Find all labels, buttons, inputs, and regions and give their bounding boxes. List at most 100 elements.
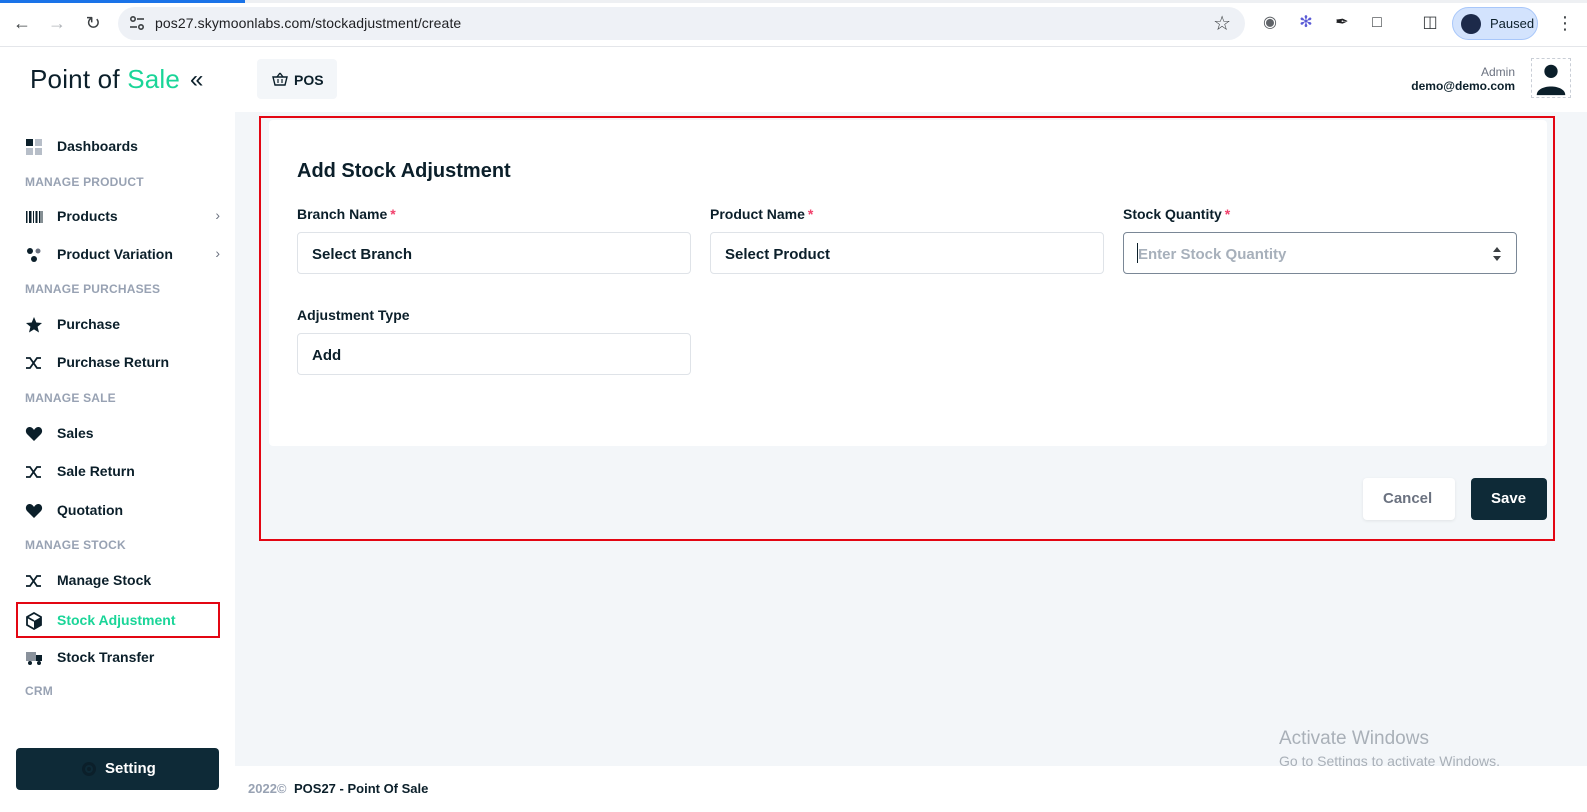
sidebar-item-label: Dashboards [57,138,138,154]
sidebar-item-label: Stock Transfer [57,649,155,665]
sidebar-item-label: Manage Stock [57,572,152,588]
shuffle-icon [26,466,41,478]
text-caret [1137,243,1138,263]
sidebar-item-stock-adjustment[interactable]: Stock Adjustment [16,602,220,638]
collapse-sidebar-icon[interactable]: « [190,66,203,94]
chevron-right-icon: › [215,207,220,223]
adjustment-type-label: Adjustment Type [297,307,410,323]
app-logo[interactable]: Point of Sale [30,64,180,95]
sidebar-item-stock-transfer[interactable]: Stock Transfer [16,639,220,675]
forward-icon[interactable]: → [46,12,68,34]
browser-toolbar: ← → ↻ pos27.skymoonlabs.com/stockadjustm… [0,0,1587,47]
chevron-right-icon: › [215,245,220,261]
variation-icon [27,248,41,262]
bookmark-star-icon[interactable]: ☆ [1213,11,1231,36]
footer-app-name[interactable]: POS27 - Point Of Sale [294,781,428,796]
profile-avatar [1461,14,1481,34]
required-marker: * [1224,206,1231,222]
user-avatar[interactable] [1531,58,1571,98]
barcode-icon [26,211,43,223]
sidebar-item-sale-return[interactable]: Sale Return [16,453,220,489]
truck-icon [26,652,42,665]
sidebar-item-label: Stock Adjustment [57,612,176,628]
dashboard-icon [26,139,42,155]
sidebar-item-products[interactable]: Products › [16,198,220,234]
user-email: demo@demo.com [1411,79,1515,93]
section-manage-purchases: MANAGE PURCHASES [25,282,161,296]
setting-button[interactable]: Setting [16,748,219,790]
reload-icon[interactable]: ↻ [82,12,104,34]
sidebar-item-sales[interactable]: Sales [16,415,220,451]
user-icon [1536,64,1566,96]
branch-select-value: Select Branch [312,246,413,263]
product-select-value: Select Product [725,246,831,263]
footer: 2022© POS27 - Point Of Sale [235,766,1587,812]
shuffle-icon [26,575,41,587]
sidebar-item-purchase[interactable]: Purchase [16,306,220,342]
branch-select[interactable]: Select Branch [297,232,691,274]
section-manage-product: MANAGE PRODUCT [25,175,144,189]
profile-paused-button[interactable]: Paused [1452,7,1538,40]
cancel-label: Cancel [1383,490,1433,507]
sidebar-item-label: Quotation [57,502,124,518]
sidebar-item-quotation[interactable]: Quotation [16,492,220,528]
page-title: Add Stock Adjustment [297,160,511,182]
sidebar-item-label: Sales [57,425,94,441]
main-content: POS Admin demo@demo.com Add Stock Adjust… [235,48,1587,812]
brand-prefix: Point of [30,64,120,94]
save-button[interactable]: Save [1471,478,1547,520]
site-settings-icon[interactable] [128,14,146,32]
save-label: Save [1491,490,1527,507]
heart-icon [25,426,43,441]
required-marker: * [807,206,814,222]
sidebar-item-label: Purchase Return [57,354,170,370]
adjustment-type-value: Add [312,347,342,364]
address-bar[interactable]: pos27.skymoonlabs.com/stockadjustment/cr… [118,7,1245,40]
gear-icon [82,762,96,776]
section-manage-sale: MANAGE SALE [25,391,116,405]
sidebar: Point of Sale « Dashboards MANAGE PRODUC… [0,48,235,812]
required-marker: * [390,206,396,222]
tab-strip-line [0,0,1587,3]
stock-quantity-input[interactable]: Enter Stock Quantity [1123,232,1517,274]
extensions-puzzle-icon[interactable]: □ [1367,13,1387,33]
footer-year: 2022© [248,781,287,796]
setting-label: Setting [105,760,156,777]
stock-quantity-label: Stock Quantity * [1123,206,1231,222]
adjustment-type-select[interactable]: Add [297,333,691,375]
basket-icon [272,72,288,86]
branch-name-label: Branch Name * [297,206,396,222]
side-panel-icon[interactable]: ◫ [1420,13,1440,33]
sidebar-item-dashboards[interactable]: Dashboards [16,128,220,164]
product-name-label: Product Name * [710,206,814,222]
heart-icon [25,503,43,518]
camera-icon[interactable]: ◉ [1260,13,1280,33]
stock-quantity-placeholder: Enter Stock Quantity [1138,246,1287,263]
sidebar-item-purchase-return[interactable]: Purchase Return [16,344,220,380]
product-select[interactable]: Select Product [710,232,1104,274]
section-crm: CRM [25,684,53,698]
sidebar-item-label: Sale Return [57,463,135,479]
stock-adjustment-form-card: Add Stock Adjustment Branch Name * Select… [269,120,1547,446]
sidebar-item-label: Products [57,208,118,224]
activate-windows-title: Activate Windows [1279,728,1429,749]
user-role: Admin [1480,65,1515,79]
sidebar-item-manage-stock[interactable]: Manage Stock [16,562,220,598]
number-spinner-icon[interactable] [1492,245,1502,263]
profile-status-label: Paused [1490,16,1535,31]
url-text[interactable]: pos27.skymoonlabs.com/stockadjustment/cr… [155,15,461,31]
sidebar-item-label: Product Variation [57,246,173,262]
brand-accent: Sale [127,64,181,94]
section-manage-stock: MANAGE STOCK [25,538,126,552]
sidebar-item-label: Purchase [57,316,121,332]
sidebar-item-product-variation[interactable]: Product Variation › [16,236,220,272]
top-header: POS Admin demo@demo.com [235,48,1587,112]
pos-button[interactable]: POS [257,59,337,99]
eyedropper-icon[interactable]: ✒ [1332,13,1352,33]
browser-menu-icon[interactable]: ⋮ [1556,12,1574,34]
cancel-button[interactable]: Cancel [1363,478,1455,520]
back-icon[interactable]: ← [11,12,33,34]
shuffle-icon [26,357,41,369]
star-icon [26,317,42,333]
extension-sparkle-icon[interactable]: ✻ [1296,13,1316,33]
